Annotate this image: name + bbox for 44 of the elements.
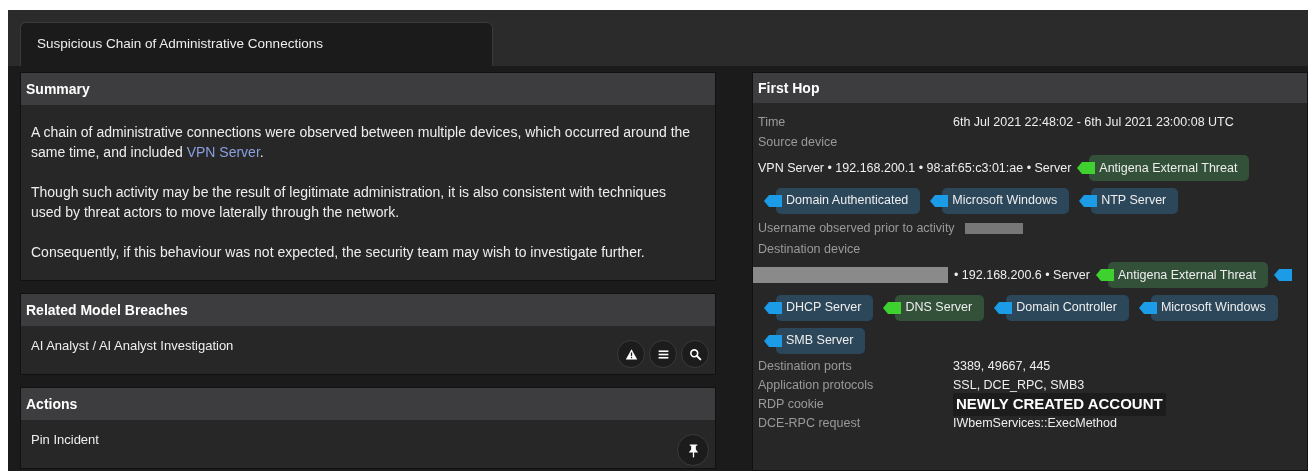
field-label: Username observed prior to activity xyxy=(758,219,955,237)
tag: NTP Server xyxy=(1091,187,1179,214)
device-link[interactable]: VPN Server xyxy=(186,144,260,160)
redaction-bar xyxy=(964,222,1023,234)
field-value: 3389, 49667, 445 xyxy=(953,358,1051,376)
summary-paragraph: Though such activity may be the result of legitimate administration, it is also consistent with techniques used by threat actors to move laterally through the network. xyxy=(31,183,667,222)
field-label: Destination device xyxy=(758,240,861,258)
field-label: Source device xyxy=(758,133,838,151)
highlighted-value: NEWLY CREATED ACCOUNT xyxy=(953,393,1166,416)
summary-paragraph: A chain of administrative connections were observed between multiple devices, which occurred around the same time, and included VPN Server. xyxy=(31,123,691,162)
field-label: DCE-RPC request xyxy=(758,415,862,433)
device-details: • 192.168.200.6 • Server xyxy=(954,266,1090,284)
panel-title: Actions xyxy=(26,394,78,414)
tag: Microsoft Windows xyxy=(1150,294,1278,321)
tag: Domain Authenticated xyxy=(776,187,921,214)
tag: Antigena External Threat xyxy=(1107,262,1268,288)
list-item-label: Pin Incident xyxy=(31,431,99,449)
field-value: 6th Jul 2021 22:48:02 - 6th Jul 2021 23:00:08 UTC xyxy=(953,114,1234,132)
search-icon xyxy=(688,347,702,361)
summary-paragraph: Consequently, if this behaviour was not expected, the security team may wish to investigate further. xyxy=(31,243,646,262)
tag: Antigena External Threat xyxy=(1089,155,1250,181)
field-label: Application protocols xyxy=(758,377,875,395)
field-value: IWbemServices::ExecMethod xyxy=(953,415,1117,433)
field-label: RDP cookie xyxy=(758,396,825,414)
field-label: Destination ports xyxy=(758,358,853,376)
device-details: VPN Server • 192.168.200.1 • 98:af:65:c3:01:ae • Server xyxy=(758,159,1072,177)
menu-icon xyxy=(656,347,670,361)
pin-button[interactable] xyxy=(677,434,709,466)
list-item-label: AI Analyst / AI Analyst Investigation xyxy=(31,337,234,355)
tab[interactable]: Suspicious Chain of Administrative Connections xyxy=(20,22,493,66)
tag: Domain Controller xyxy=(1006,294,1129,321)
field-label: Time xyxy=(758,114,787,132)
panel-title: First Hop xyxy=(758,78,820,98)
panel-title: Related Model Breaches xyxy=(26,300,188,320)
search-button[interactable] xyxy=(681,340,709,368)
field-value: SSL, DCE_RPC, SMB3 xyxy=(953,377,1085,395)
warning-icon xyxy=(624,347,638,361)
tag: DNS Server xyxy=(895,294,985,321)
tag: DHCP Server xyxy=(776,294,874,321)
tag: Microsoft Windows xyxy=(942,187,1070,214)
menu-button[interactable] xyxy=(649,340,677,368)
panel-title: Summary xyxy=(26,79,90,99)
warning-button[interactable] xyxy=(617,340,645,368)
tag: SMB Server xyxy=(776,327,866,354)
